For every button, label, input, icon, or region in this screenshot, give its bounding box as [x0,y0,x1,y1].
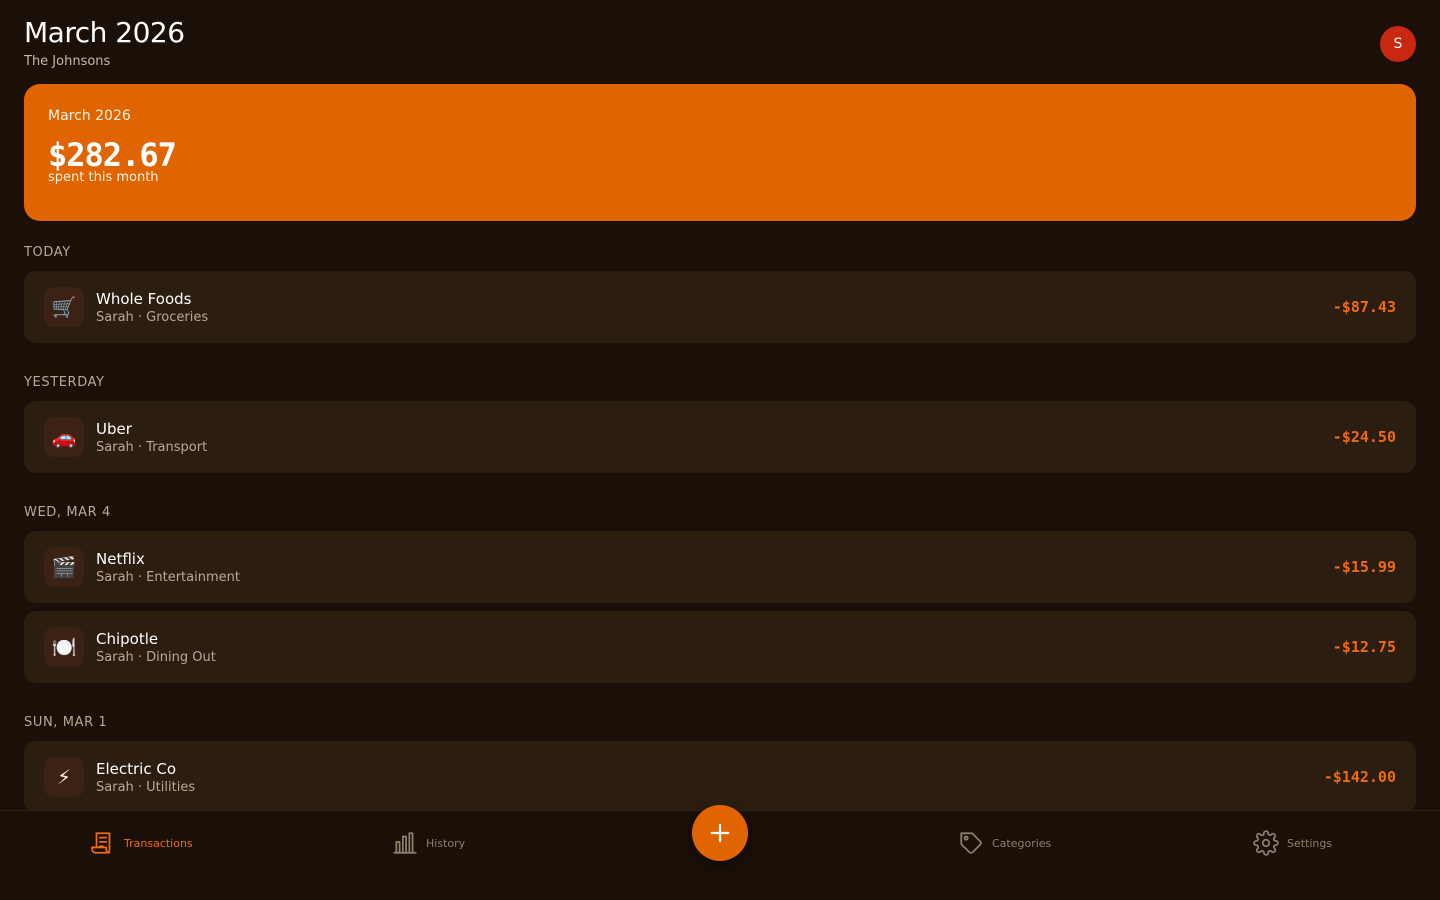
group-date-label: YESTERDAY [24,375,105,390]
merchant-name: Electric Co [96,760,177,778]
summary-amount: $282.67 [48,136,177,174]
nav-label-categories: Categories [992,836,1052,850]
bar-chart-icon [393,832,417,854]
receipt-icon [91,832,111,854]
user-avatar[interactable]: S [1380,26,1416,62]
transaction-amount: -$12.75 [1332,638,1396,656]
transaction-details: Chipotle Sarah · Dining Out [96,629,1333,665]
summary-month: March 2026 [48,108,131,124]
transaction-row[interactable]: 🚗 Uber Sarah · Transport -$24.50 [24,401,1416,473]
group-date-label: WED, MAR 4 [24,505,111,520]
transaction-row[interactable]: 🍽️ Chipotle Sarah · Dining Out -$12.75 [24,611,1416,683]
nav-tab-history[interactable]: History [392,829,465,857]
nav-label-transactions: Transactions [124,836,193,850]
transaction-amount: -$24.50 [1332,428,1396,446]
gear-icon [1253,830,1279,856]
transaction-row[interactable]: ⚡ Electric Co Sarah · Utilities -$142.00 [24,741,1416,813]
transaction-details: Uber Sarah · Transport [96,419,1333,455]
plate-utensils-icon: 🍽️ [44,627,84,667]
plus-icon [710,823,730,843]
transaction-details: Netflix Sarah · Entertainment [96,549,1333,585]
nav-tab-settings[interactable]: Settings [1253,829,1332,857]
transaction-meta: Sarah · Groceries [96,310,209,325]
transaction-amount: -$87.43 [1332,298,1396,316]
transaction-amount: -$15.99 [1332,558,1396,576]
page-header: March 2026 The Johnsons [24,14,185,69]
transaction-meta: Sarah · Entertainment [96,570,240,585]
transaction-meta: Sarah · Transport [96,440,208,455]
transaction-row[interactable]: 🎬 Netflix Sarah · Entertainment -$15.99 [24,531,1416,603]
car-icon: 🚗 [44,417,84,457]
transaction-row[interactable]: 🛒 Whole Foods Sarah · Groceries -$87.43 [24,271,1416,343]
tag-icon [960,832,982,854]
nav-label-settings: Settings [1287,836,1333,850]
transaction-group: SUN, MAR 1 ⚡ Electric Co Sarah · Utilities -… [24,714,1416,813]
nav-tab-categories[interactable]: Categories [958,829,1051,857]
monthly-summary-card: March 2026 $282.67 spent this month [24,84,1416,221]
nav-tab-transactions[interactable]: Transactions [90,829,193,857]
household-name: The Johnsons [24,54,111,69]
merchant-name: Whole Foods [96,290,192,308]
transactions-list: TODAY 🛒 Whole Foods Sarah · Groceries -$87.4… [24,244,1416,844]
transaction-meta: Sarah · Utilities [96,780,196,795]
transaction-group: TODAY 🛒 Whole Foods Sarah · Groceries -$87.4… [24,244,1416,343]
nav-label-history: History [426,836,466,850]
transaction-details: Electric Co Sarah · Utilities [96,759,1324,795]
shopping-cart-icon: 🛒 [44,287,84,327]
merchant-name: Netflix [96,550,145,568]
merchant-name: Uber [96,420,132,438]
transaction-group: YESTERDAY 🚗 Uber Sarah · Transport -$24.50 [24,374,1416,473]
transaction-amount: -$142.00 [1323,768,1396,786]
add-transaction-button[interactable] [692,805,748,861]
transaction-group: WED, MAR 4 🎬 Netflix Sarah · Entertainment -… [24,504,1416,683]
clapperboard-icon: 🎬 [44,547,84,587]
summary-caption: spent this month [48,170,159,185]
transaction-meta: Sarah · Dining Out [96,650,216,665]
merchant-name: Chipotle [96,630,159,648]
group-date-label: TODAY [24,245,71,260]
group-date-label: SUN, MAR 1 [24,715,108,730]
transaction-details: Whole Foods Sarah · Groceries [96,289,1333,325]
lightning-icon: ⚡ [44,757,84,797]
app-screen: March 2026 The Johnsons S March 2026 $28… [0,0,1440,900]
bottom-nav: Transactions History Categories Settings [0,805,1440,900]
page-title: March 2026 [24,16,185,49]
